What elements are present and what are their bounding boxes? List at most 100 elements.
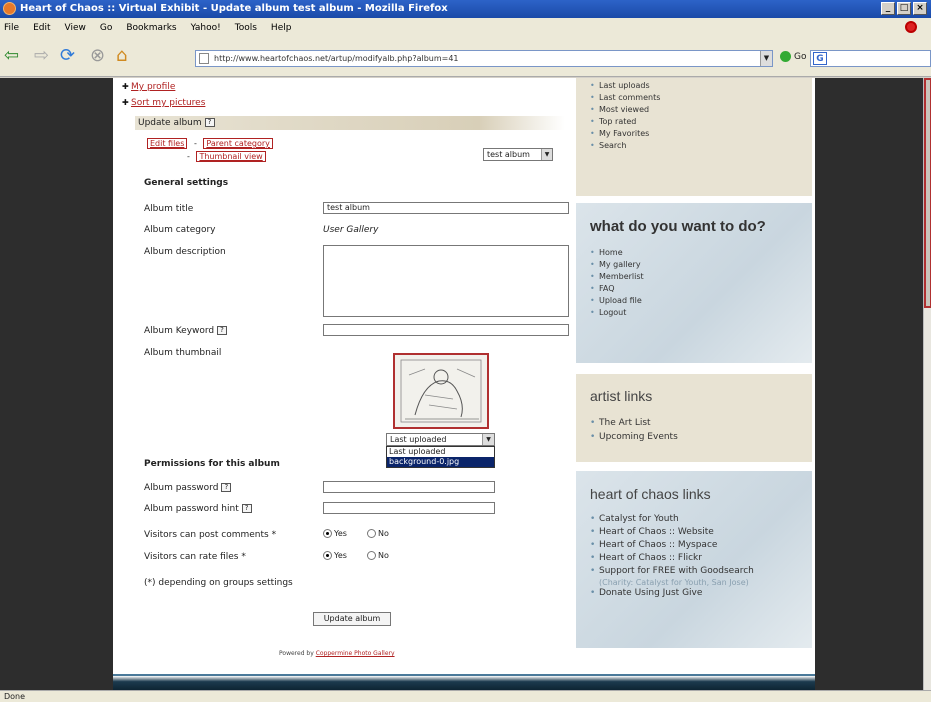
album-password-hint-text: Album password hint	[144, 504, 239, 514]
hoc-website-link[interactable]: Heart of Chaos :: Website	[590, 526, 754, 539]
main-column: ✚ My profile ✚ Sort my pictures Update a…	[113, 78, 573, 690]
album-keyword-input[interactable]	[323, 324, 569, 336]
my-profile-label: My profile	[131, 82, 176, 92]
art-list-link[interactable]: The Art List	[590, 416, 678, 430]
comments-no-radio[interactable]: No	[367, 529, 389, 538]
upcoming-events-link[interactable]: Upcoming Events	[590, 430, 678, 444]
upload-file-link[interactable]: Upload file	[590, 295, 644, 307]
menu-file[interactable]: File	[4, 23, 19, 33]
hoc-myspace-link[interactable]: Heart of Chaos :: Myspace	[590, 539, 754, 552]
url-text: http://www.heartofchaos.net/artup/modify…	[214, 54, 459, 63]
parent-category-tab[interactable]: Parent category	[203, 138, 273, 149]
album-password-hint-input[interactable]	[323, 502, 495, 514]
search-link[interactable]: Search	[590, 140, 660, 152]
url-dropdown-button[interactable]: ▼	[760, 51, 772, 66]
album-tabs: Edit files - Parent category - Thumbnail…	[147, 138, 273, 162]
rate-yes-radio[interactable]: Yes	[323, 551, 347, 560]
scrollbar-thumb[interactable]	[924, 78, 931, 308]
bullet-icon: ✚	[122, 98, 129, 107]
maximize-button[interactable]: □	[897, 2, 911, 15]
home-icon[interactable]: ⌂	[116, 46, 127, 66]
powered-prefix: Powered by	[279, 650, 314, 657]
my-profile-link[interactable]: ✚ My profile	[122, 82, 176, 92]
goodsearch-link[interactable]: Support for FREE with Goodsearch	[590, 565, 754, 578]
update-album-title: Update album	[138, 118, 202, 128]
page-footer-band	[113, 674, 815, 690]
forward-arrow-icon[interactable]: ⇨	[34, 46, 49, 66]
update-album-button[interactable]: Update album	[313, 612, 391, 626]
general-settings-heading: General settings	[144, 178, 229, 188]
album-description-textarea[interactable]	[323, 245, 569, 317]
thumbnail-option-selected[interactable]: background-0.jpg	[387, 457, 494, 467]
my-favorites-link[interactable]: My Favorites	[590, 128, 660, 140]
minimize-button[interactable]: _	[881, 2, 895, 15]
menu-bookmarks[interactable]: Bookmarks	[126, 23, 176, 33]
hoc-panel-list: Catalyst for Youth Heart of Chaos :: Web…	[590, 513, 754, 600]
edit-files-tab[interactable]: Edit files	[147, 138, 188, 149]
stop-icon[interactable]: ⊗	[90, 46, 105, 66]
thumbnail-option[interactable]: Last uploaded	[387, 447, 494, 457]
album-category-label: Album category	[144, 225, 216, 235]
menu-help[interactable]: Help	[271, 23, 292, 33]
menu-yahoo[interactable]: Yahoo!	[191, 23, 221, 33]
menu-edit[interactable]: Edit	[33, 23, 50, 33]
thumbnail-select-value: Last uploaded	[390, 435, 447, 444]
home-link[interactable]: Home	[590, 247, 644, 259]
album-title-label: Album title	[144, 204, 194, 214]
search-box[interactable]: G	[810, 50, 931, 67]
album-password-input[interactable]	[323, 481, 495, 493]
last-comments-link[interactable]: Last comments	[590, 92, 660, 104]
album-password-label: Album password ?	[144, 483, 232, 493]
url-bar[interactable]: http://www.heartofchaos.net/artup/modify…	[195, 50, 773, 67]
update-album-header: Update album ?	[135, 116, 565, 130]
help-icon[interactable]: ?	[204, 118, 215, 127]
coppermine-link[interactable]: Coppermine Photo Gallery	[316, 650, 395, 657]
comments-no-label: No	[378, 529, 389, 538]
radio-icon	[367, 551, 376, 560]
album-thumbnail-image	[393, 353, 489, 429]
chevron-down-icon: ▼	[482, 434, 494, 445]
chevron-down-icon: ▼	[541, 149, 552, 160]
hoc-flickr-link[interactable]: Heart of Chaos :: Flickr	[590, 552, 754, 565]
album-password-text: Album password	[144, 483, 219, 493]
thumbnail-view-tab[interactable]: Thumbnail view	[196, 151, 266, 162]
album-select[interactable]: test album ▼	[483, 148, 553, 161]
firefox-icon	[3, 2, 16, 15]
right-column: Last uploads Last comments Most viewed T…	[574, 78, 815, 690]
left-dark-margin	[0, 78, 113, 690]
album-select-value: test album	[487, 150, 530, 159]
menu-view[interactable]: View	[65, 23, 86, 33]
artist-panel-title: artist links	[590, 388, 653, 404]
vertical-scrollbar[interactable]	[923, 78, 931, 690]
comments-yes-radio[interactable]: Yes	[323, 529, 347, 538]
memberlist-link[interactable]: Memberlist	[590, 271, 644, 283]
window-title: Heart of Chaos :: Virtual Exhibit - Upda…	[20, 3, 448, 14]
most-viewed-link[interactable]: Most viewed	[590, 104, 660, 116]
artist-links-panel: artist links The Art List Upcoming Event…	[576, 374, 812, 462]
faq-link[interactable]: FAQ	[590, 283, 644, 295]
top-rated-link[interactable]: Top rated	[590, 116, 660, 128]
help-icon[interactable]: ?	[221, 483, 232, 492]
album-keyword-label: Album Keyword ?	[144, 326, 228, 336]
help-icon[interactable]: ?	[241, 504, 252, 513]
logout-link[interactable]: Logout	[590, 307, 644, 319]
hoc-links-panel: heart of chaos links Catalyst for Youth …	[576, 471, 812, 648]
my-gallery-link[interactable]: My gallery	[590, 259, 644, 271]
menu-go[interactable]: Go	[100, 23, 112, 33]
thumbnail-select[interactable]: Last uploaded ▼	[386, 433, 495, 446]
go-button[interactable]: Go	[780, 51, 806, 62]
last-uploads-link[interactable]: Last uploads	[590, 80, 660, 92]
menu-tools[interactable]: Tools	[235, 23, 257, 33]
status-bar: Done	[0, 690, 931, 702]
album-thumbnail-label: Album thumbnail	[144, 348, 222, 358]
sort-pictures-link[interactable]: ✚ Sort my pictures	[122, 98, 205, 108]
album-title-input[interactable]: test album	[323, 202, 569, 214]
reload-icon[interactable]: ⟳	[60, 46, 75, 66]
catalyst-link[interactable]: Catalyst for Youth	[590, 513, 754, 526]
help-icon[interactable]: ?	[217, 326, 228, 335]
back-arrow-icon[interactable]: ⇦	[4, 46, 19, 66]
window-controls: _ □ ×	[881, 2, 927, 15]
rate-no-radio[interactable]: No	[367, 551, 389, 560]
close-button[interactable]: ×	[913, 2, 927, 15]
just-give-link[interactable]: Donate Using Just Give	[590, 587, 754, 600]
